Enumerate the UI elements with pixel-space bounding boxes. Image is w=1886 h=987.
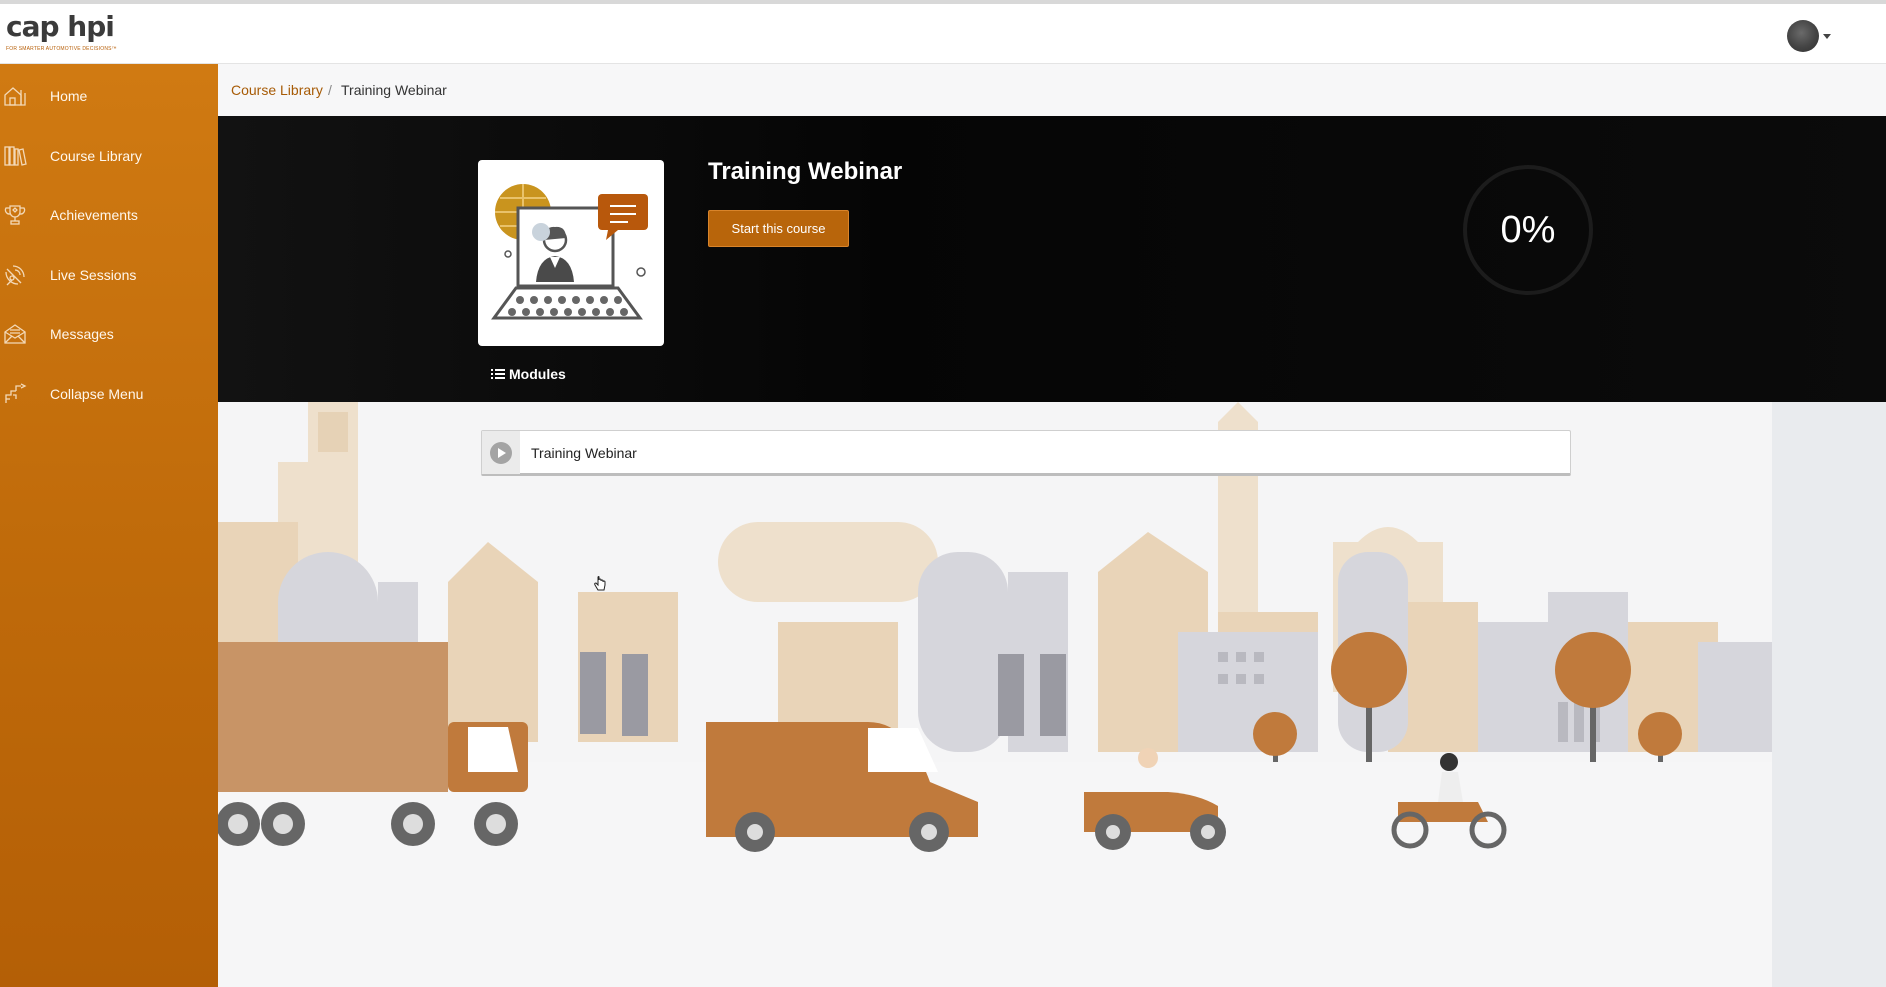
course-content-area <box>218 402 1886 987</box>
sidebar-item-label: Home <box>50 88 88 104</box>
sidebar-item-label: Messages <box>50 326 114 342</box>
city-illustration <box>218 402 1772 987</box>
breadcrumb: Course Library / Training Webinar <box>218 64 1886 116</box>
avatar[interactable] <box>1787 20 1819 52</box>
sidebar: Home Course Library Achievements Live Se… <box>0 64 218 987</box>
sidebar-item-achievements[interactable]: Achievements <box>0 191 218 239</box>
module-play-cell[interactable] <box>482 431 520 474</box>
list-icon <box>491 369 505 379</box>
sidebar-item-label: Collapse Menu <box>50 386 144 402</box>
collapse-icon <box>5 383 27 403</box>
sidebar-item-label: Live Sessions <box>50 267 137 283</box>
sidebar-item-label: Course Library <box>50 148 142 164</box>
tab-modules[interactable]: Modules <box>491 366 566 382</box>
cap-hpi-logo[interactable]: cap hpi FOR SMARTER AUTOMOTIVE DECISIONS… <box>6 10 117 53</box>
right-panel <box>1772 402 1886 987</box>
envelope-icon <box>4 324 26 344</box>
course-hero: Training Webinar Start this course Modul… <box>218 116 1886 402</box>
chevron-down-icon <box>1823 33 1831 39</box>
trophy-icon <box>4 205 26 225</box>
course-thumbnail <box>478 160 664 346</box>
tab-modules-label: Modules <box>509 366 566 382</box>
hand-cursor-icon <box>594 576 606 591</box>
sidebar-item-label: Achievements <box>50 207 138 223</box>
progress-percentage: 0% <box>1500 208 1556 251</box>
satellite-icon <box>5 265 25 286</box>
home-icon <box>4 87 26 106</box>
course-title: Training Webinar <box>708 158 903 185</box>
webinar-illustration-icon <box>491 184 648 320</box>
breadcrumb-link-course-library[interactable]: Course Library <box>231 82 323 98</box>
logo-text: cap hpi <box>6 10 115 43</box>
logo-tagline: FOR SMARTER AUTOMOTIVE DECISIONS™ <box>6 46 117 52</box>
start-course-button[interactable]: Start this course <box>708 210 849 247</box>
sidebar-item-collapse-menu[interactable]: Collapse Menu <box>0 370 218 418</box>
module-title: Training Webinar <box>531 445 637 461</box>
play-icon <box>490 441 512 464</box>
breadcrumb-separator: / <box>328 82 332 98</box>
sidebar-item-home[interactable]: Home <box>0 72 218 120</box>
sidebar-item-messages[interactable]: Messages <box>0 310 218 358</box>
books-icon <box>4 146 27 166</box>
top-bar: cap hpi FOR SMARTER AUTOMOTIVE DECISIONS… <box>0 0 1886 64</box>
sidebar-item-course-library[interactable]: Course Library <box>0 132 218 180</box>
sidebar-item-live-sessions[interactable]: Live Sessions <box>0 251 218 299</box>
breadcrumb-current: Training Webinar <box>341 82 447 98</box>
user-menu[interactable] <box>1787 20 1831 52</box>
module-item-training-webinar[interactable]: Training Webinar <box>481 430 1571 476</box>
